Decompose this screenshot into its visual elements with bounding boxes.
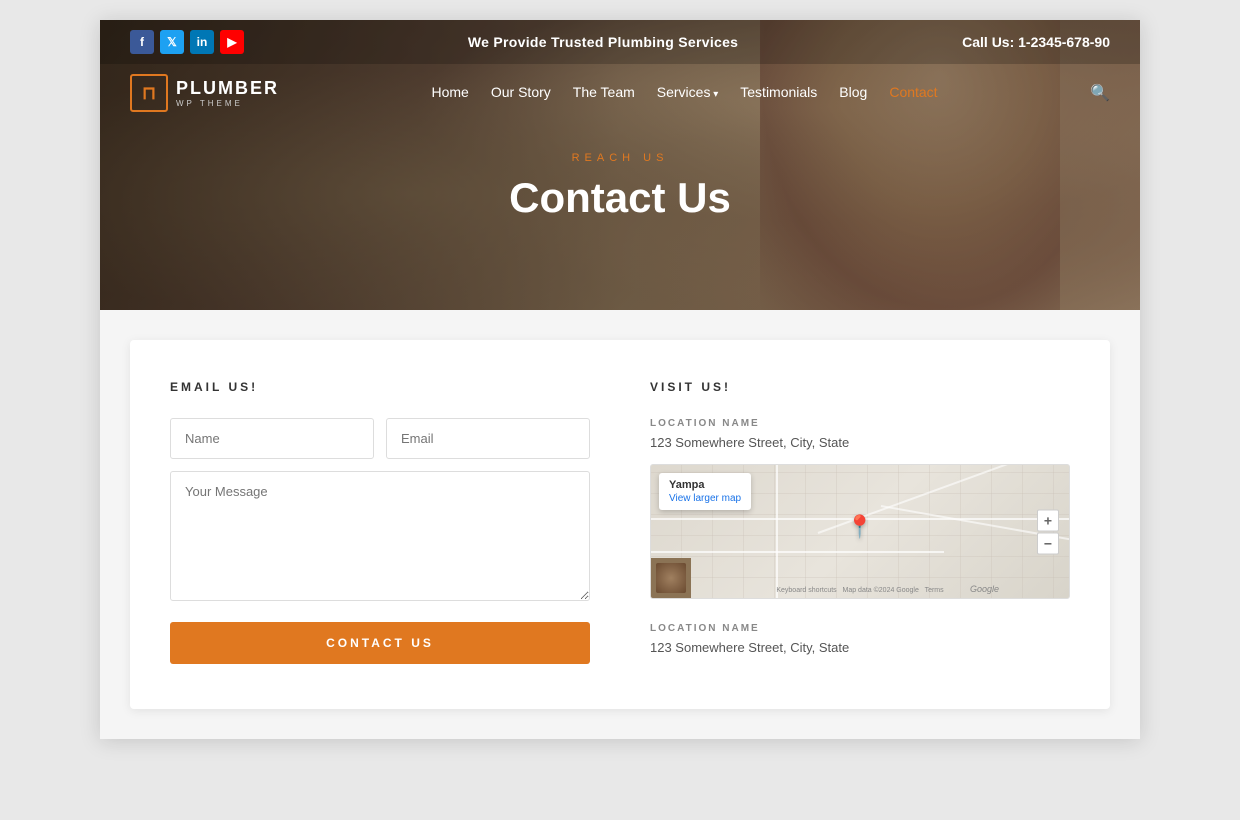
form-section-title: EMAIL US! <box>170 380 590 394</box>
nav-links: Home Our Story The Team Services Testimo… <box>432 84 938 102</box>
hero-section: f 𝕏 in ▶ We Provide Trusted Plumbing Ser… <box>100 20 1140 310</box>
nav-item-testimonials[interactable]: Testimonials <box>740 84 817 102</box>
logo-text: PLUMBER WP THEME <box>176 78 279 108</box>
nav-link-home[interactable]: Home <box>432 84 469 100</box>
phone-number: Call Us: 1-2345-678-90 <box>962 34 1110 50</box>
page-wrapper: f 𝕏 in ▶ We Provide Trusted Plumbing Ser… <box>100 20 1140 739</box>
location-address-1: 123 Somewhere Street, City, State <box>650 435 1070 450</box>
nav-item-blog[interactable]: Blog <box>839 84 867 102</box>
location-block-1: LOCATION NAME 123 Somewhere Street, City… <box>650 418 1070 450</box>
nav-link-contact[interactable]: Contact <box>889 84 937 100</box>
map-popup-title: Yampa <box>669 479 741 491</box>
hero-subtitle: REACH US <box>100 152 1140 164</box>
logo[interactable]: ⊓ PLUMBER WP THEME <box>130 74 279 112</box>
visit-section: VISIT US! LOCATION NAME 123 Somewhere St… <box>650 380 1070 669</box>
contact-us-button[interactable]: CONTACT US <box>170 622 590 664</box>
search-icon[interactable]: 🔍 <box>1090 83 1110 103</box>
tagline: We Provide Trusted Plumbing Services <box>468 34 738 50</box>
youtube-icon[interactable]: ▶ <box>220 30 244 54</box>
location-label-2: LOCATION NAME <box>650 623 1070 634</box>
hero-content: REACH US Contact Us <box>100 122 1140 222</box>
logo-icon: ⊓ <box>130 74 168 112</box>
zoom-out-button[interactable]: − <box>1037 532 1059 554</box>
map-popup-link[interactable]: View larger map <box>669 493 741 504</box>
name-input[interactable] <box>170 418 374 459</box>
nav-item-contact[interactable]: Contact <box>889 84 937 102</box>
form-name-email-row <box>170 418 590 459</box>
linkedin-icon[interactable]: in <box>190 30 214 54</box>
location-address-2: 123 Somewhere Street, City, State <box>650 640 1070 655</box>
google-logo: Google <box>970 584 999 594</box>
map-road-v1 <box>776 465 778 598</box>
map-road-h2 <box>651 551 944 553</box>
hero-title: Contact Us <box>100 174 1140 222</box>
map-thumbnail-inner <box>656 563 686 593</box>
social-icons-group: f 𝕏 in ▶ <box>130 30 244 54</box>
navbar: ⊓ PLUMBER WP THEME Home Our Story The Te… <box>100 64 1140 122</box>
logo-sub-text: WP THEME <box>176 99 279 108</box>
nav-item-our-story[interactable]: Our Story <box>491 84 551 102</box>
visit-section-title: VISIT US! <box>650 380 1070 394</box>
content-card: EMAIL US! CONTACT US VISIT US! LOCATION … <box>130 340 1110 709</box>
map-pin: 📍 <box>846 513 873 539</box>
nav-link-testimonials[interactable]: Testimonials <box>740 84 817 100</box>
location-label-1: LOCATION NAME <box>650 418 1070 429</box>
message-textarea[interactable] <box>170 471 590 601</box>
nav-link-our-story[interactable]: Our Story <box>491 84 551 100</box>
nav-item-home[interactable]: Home <box>432 84 469 102</box>
form-section: EMAIL US! CONTACT US <box>170 380 590 669</box>
location-block-2: LOCATION NAME 123 Somewhere Street, City… <box>650 623 1070 655</box>
map-thumbnail <box>651 558 691 598</box>
main-content: EMAIL US! CONTACT US VISIT US! LOCATION … <box>100 310 1140 739</box>
map-zoom-controls: + − <box>1037 509 1059 554</box>
map-attribution: Keyboard shortcuts Map data ©2024 Google… <box>776 587 943 594</box>
nav-link-the-team[interactable]: The Team <box>573 84 635 100</box>
email-input[interactable] <box>386 418 590 459</box>
twitter-icon[interactable]: 𝕏 <box>160 30 184 54</box>
nav-item-services[interactable]: Services <box>657 84 719 102</box>
nav-link-services[interactable]: Services <box>657 84 719 100</box>
map-popup: Yampa View larger map <box>659 473 751 510</box>
nav-link-blog[interactable]: Blog <box>839 84 867 100</box>
zoom-in-button[interactable]: + <box>1037 509 1059 531</box>
map-container[interactable]: Yampa View larger map 📍 + − <box>650 464 1070 599</box>
facebook-icon[interactable]: f <box>130 30 154 54</box>
logo-main-text: PLUMBER <box>176 78 279 99</box>
nav-item-the-team[interactable]: The Team <box>573 84 635 102</box>
top-bar: f 𝕏 in ▶ We Provide Trusted Plumbing Ser… <box>100 20 1140 64</box>
